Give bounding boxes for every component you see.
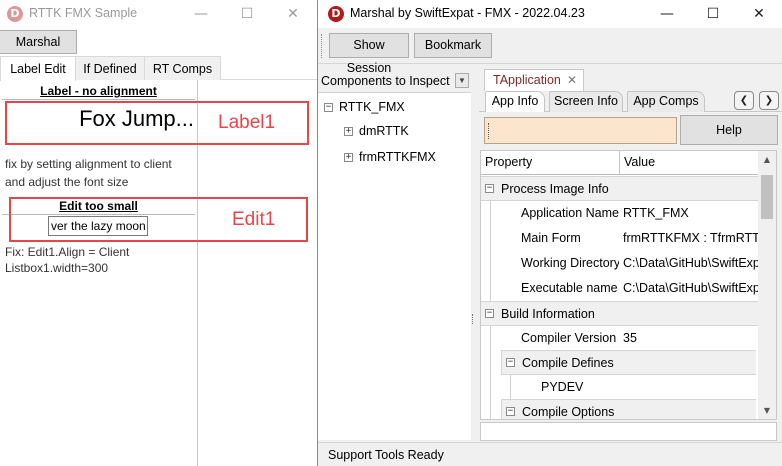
tree-node-dmrttk[interactable]: dmRTTK — [359, 123, 409, 139]
property-value: frmRTTKFMX : TfrmRTTKFMX — [623, 231, 758, 245]
subcategory-label: Compile Defines — [522, 356, 614, 370]
subcategory-compile-defines[interactable]: − Compile Defines — [501, 350, 756, 375]
expand-icon[interactable]: + — [344, 127, 353, 136]
chevron-right-icon[interactable]: ❯ — [759, 91, 779, 110]
expand-icon[interactable]: + — [344, 153, 353, 162]
sample-title-bar: D RTTK FMX Sample — ☐ ✕ — [0, 0, 317, 28]
subcategory-label: Compile Options — [522, 405, 615, 419]
maximize-icon[interactable]: ☐ — [224, 0, 270, 28]
marshal-title-bar: D Marshal by SwiftExpat - FMX - 2022.04.… — [318, 0, 782, 28]
tree-node-frmrttkfmx[interactable]: frmRTTKFMX — [359, 149, 436, 165]
minimize-icon[interactable]: — — [178, 0, 224, 28]
table-row[interactable]: Compiler Version 35 — [481, 326, 759, 351]
bookmark-button[interactable]: Bookmark — [414, 33, 492, 58]
toolbar: Show Session Bookmark — [318, 28, 782, 75]
grip-icon — [488, 123, 490, 139]
toolbar-grip-icon[interactable] — [321, 34, 324, 58]
tab-label-edit[interactable]: Label Edit — [0, 56, 76, 81]
tab-tapplication[interactable]: TApplication ✕ — [484, 69, 584, 91]
app-logo-icon: D — [328, 6, 344, 22]
property-name: PYDEV — [541, 380, 584, 394]
property-value: C:\Data\GitHub\SwiftExpat — [623, 256, 758, 270]
category-build-information[interactable]: − Build Information — [481, 301, 759, 326]
subcategory-compile-options[interactable]: − Compile Options — [501, 399, 756, 419]
marshal-button[interactable]: Marshal — [0, 30, 77, 54]
show-session-button[interactable]: Show Session — [329, 33, 409, 75]
chevron-left-icon[interactable]: ❮ — [734, 91, 754, 110]
edit1-annotation: Edit1 — [232, 209, 276, 230]
scroll-up-icon[interactable]: ▲ — [758, 151, 776, 168]
collapse-icon[interactable]: − — [485, 184, 494, 193]
sample-window-title: RTTK FMX Sample — [29, 6, 138, 20]
scroll-thumb[interactable] — [761, 175, 773, 219]
property-name: Working Directory — [521, 256, 619, 270]
close-icon[interactable]: ✕ — [270, 0, 316, 28]
minimize-icon[interactable]: — — [644, 0, 690, 28]
property-value: RTTK_FMX — [623, 206, 689, 220]
property-name: Application Name — [521, 206, 619, 220]
collapse-icon[interactable]: − — [506, 407, 515, 416]
tab-app-info[interactable]: App Info — [485, 91, 545, 113]
property-value: 35 — [623, 331, 637, 345]
close-tab-icon[interactable]: ✕ — [567, 70, 577, 90]
collapse-icon[interactable]: − — [485, 309, 494, 318]
table-row[interactable]: Working Directory C:\Data\GitHub\SwiftEx… — [481, 251, 759, 276]
marshal-window-title: Marshal by SwiftExpat - FMX - 2022.04.23 — [350, 6, 585, 20]
status-bar: Support Tools Ready — [318, 442, 782, 466]
sample-tab-strip: Label Edit If Defined RT Comps — [0, 56, 317, 81]
grid-header: Property Value — [481, 151, 759, 175]
column-header-value[interactable]: Value — [620, 151, 759, 174]
table-row[interactable]: Main Form frmRTTKFMX : TfrmRTTKFMX — [481, 226, 759, 251]
tab-app-comps[interactable]: App Comps — [627, 91, 705, 112]
category-label: Build Information — [501, 307, 595, 321]
sample-window: D RTTK FMX Sample — ☐ ✕ Marshal Label Ed… — [0, 0, 317, 466]
panel-splitter[interactable] — [471, 64, 477, 442]
tab-screen-info[interactable]: Screen Info — [549, 91, 623, 112]
maximize-icon[interactable]: ☐ — [690, 0, 736, 28]
tab-tapplication-label: TApplication — [493, 73, 561, 87]
label-section-title: Label - no alignment — [2, 82, 195, 100]
property-grid: Property Value − Process Image Info Appl… — [480, 150, 777, 420]
tab-rt-comps[interactable]: RT Comps — [144, 56, 221, 80]
component-tree: − RTTK_FMX + dmRTTK + frmRTTKFMX — [318, 92, 471, 440]
property-name: Main Form — [521, 231, 581, 245]
components-dropdown-icon[interactable]: ▼ — [455, 73, 469, 88]
label-fix-note-1: fix by setting alignment to client — [5, 157, 172, 171]
label1-annotation: Label1 — [218, 112, 276, 133]
splitter-grip-icon[interactable] — [472, 314, 475, 324]
scroll-down-icon[interactable]: ▼ — [758, 402, 776, 419]
category-process-image-info[interactable]: − Process Image Info — [481, 176, 759, 201]
edit-fix-note-2: Listbox1.width=300 — [5, 261, 109, 275]
label-fix-note-2: and adjust the font size — [5, 175, 129, 189]
components-header: Components to Inspect — [321, 74, 450, 88]
close-icon[interactable]: ✕ — [736, 0, 782, 28]
tree-node-root[interactable]: RTTK_FMX — [339, 99, 405, 115]
table-row[interactable]: Application Name RTTK_FMX — [481, 201, 759, 226]
app-logo-icon: D — [7, 6, 23, 22]
property-value: C:\Data\GitHub\SwiftExpat — [623, 281, 758, 295]
marshal-window: D Marshal by SwiftExpat - FMX - 2022.04.… — [317, 0, 782, 466]
collapse-icon[interactable]: − — [506, 358, 515, 367]
property-name: Compiler Version — [521, 331, 617, 345]
help-search-field[interactable] — [484, 117, 677, 144]
grid-scrollbar[interactable]: ▲ ▼ — [758, 151, 776, 419]
column-header-property[interactable]: Property — [481, 151, 620, 174]
category-label: Process Image Info — [501, 182, 609, 196]
tab-if-defined[interactable]: If Defined — [75, 56, 145, 80]
collapse-icon[interactable]: − — [324, 103, 333, 112]
description-field[interactable] — [480, 422, 777, 441]
help-button[interactable]: Help — [680, 115, 778, 145]
table-row[interactable]: PYDEV — [481, 375, 759, 400]
table-row[interactable]: Executable name C:\Data\GitHub\SwiftExpa… — [481, 276, 759, 301]
property-name: Executable name — [521, 281, 618, 295]
